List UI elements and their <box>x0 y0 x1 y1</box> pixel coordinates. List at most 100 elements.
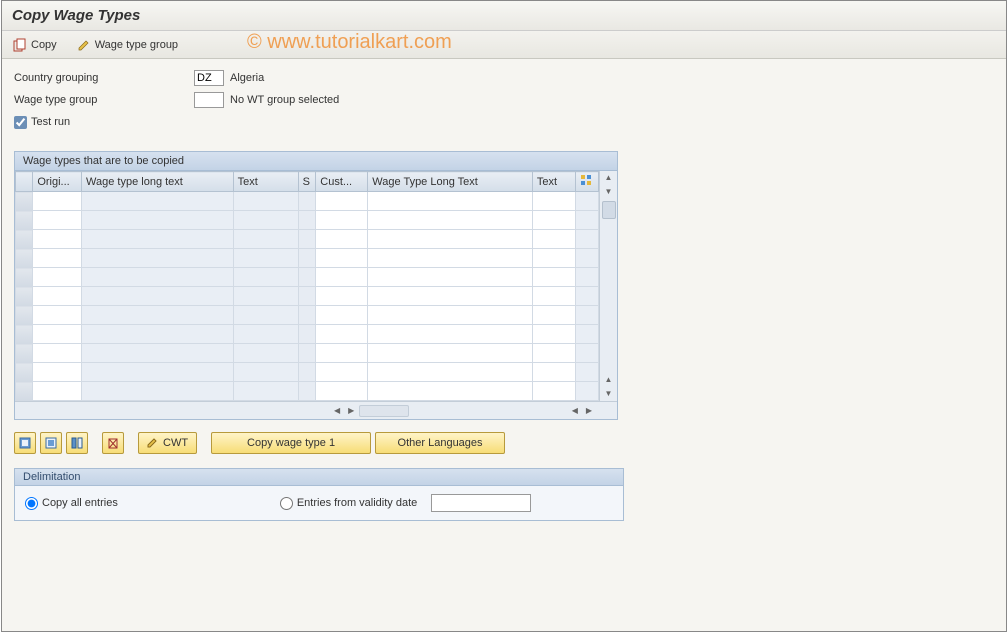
cell-s[interactable] <box>298 268 316 287</box>
cell-wagelong1[interactable] <box>82 249 234 268</box>
cell-cust[interactable] <box>316 325 368 344</box>
row-selector[interactable] <box>16 363 33 382</box>
scroll-up-icon[interactable]: ▲ <box>605 171 613 185</box>
cell-wagelong2[interactable] <box>368 344 533 363</box>
cell-wagelong2[interactable] <box>368 268 533 287</box>
cell-cust[interactable] <box>316 287 368 306</box>
cell-wagelong2[interactable] <box>368 249 533 268</box>
row-selector[interactable] <box>16 344 33 363</box>
cell-wagelong1[interactable] <box>82 192 234 211</box>
col-rowheader[interactable] <box>16 172 33 192</box>
cell-s[interactable] <box>298 249 316 268</box>
col-wagelong2[interactable]: Wage Type Long Text <box>368 172 533 192</box>
cell-s[interactable] <box>298 211 316 230</box>
cell-origi[interactable] <box>33 211 82 230</box>
scroll-down-icon[interactable]: ▼ <box>605 387 613 401</box>
cell-cust[interactable] <box>316 306 368 325</box>
cell-wagelong1[interactable] <box>82 363 234 382</box>
cell-wagelong2[interactable] <box>368 211 533 230</box>
select-all-button[interactable] <box>14 432 36 454</box>
layout-button[interactable] <box>66 432 88 454</box>
test-run-checkbox[interactable] <box>14 116 27 129</box>
cell-wagelong2[interactable] <box>368 382 533 401</box>
cell-text1[interactable] <box>233 325 298 344</box>
cell-cust[interactable] <box>316 268 368 287</box>
col-origi[interactable]: Origi... <box>33 172 82 192</box>
scroll-thumb[interactable] <box>602 201 616 219</box>
cell-s[interactable] <box>298 382 316 401</box>
cell-text2[interactable] <box>532 363 575 382</box>
cell-cust[interactable] <box>316 211 368 230</box>
cell-wagelong2[interactable] <box>368 363 533 382</box>
cell-origi[interactable] <box>33 249 82 268</box>
cell-wagelong2[interactable] <box>368 306 533 325</box>
cell-text1[interactable] <box>233 192 298 211</box>
cell-cust[interactable] <box>316 363 368 382</box>
deselect-all-button[interactable] <box>40 432 62 454</box>
wage-type-group-button[interactable]: Wage type group <box>74 36 181 54</box>
cell-text1[interactable] <box>233 306 298 325</box>
cell-text1[interactable] <box>233 230 298 249</box>
col-text2[interactable]: Text <box>532 172 575 192</box>
cell-text1[interactable] <box>233 287 298 306</box>
cell-text2[interactable] <box>532 192 575 211</box>
cell-wagelong1[interactable] <box>82 268 234 287</box>
cell-wagelong2[interactable] <box>368 325 533 344</box>
col-text1[interactable]: Text <box>233 172 298 192</box>
country-grouping-input[interactable] <box>194 70 224 86</box>
cell-text2[interactable] <box>532 249 575 268</box>
cell-origi[interactable] <box>33 192 82 211</box>
cell-wagelong1[interactable] <box>82 211 234 230</box>
row-selector[interactable] <box>16 306 33 325</box>
hscroll-right-icon[interactable]: ▶ <box>345 406 357 415</box>
row-selector[interactable] <box>16 249 33 268</box>
cell-wagelong1[interactable] <box>82 344 234 363</box>
hscroll-left-icon[interactable]: ◀ <box>331 406 343 415</box>
row-selector[interactable] <box>16 287 33 306</box>
cell-text2[interactable] <box>532 344 575 363</box>
cell-text2[interactable] <box>532 382 575 401</box>
cell-wagelong1[interactable] <box>82 382 234 401</box>
col-wagelong1[interactable]: Wage type long text <box>82 172 234 192</box>
cell-cust[interactable] <box>316 344 368 363</box>
cell-wagelong1[interactable] <box>82 287 234 306</box>
scroll-down-small-icon[interactable]: ▼ <box>605 185 613 199</box>
cell-s[interactable] <box>298 230 316 249</box>
entries-from-date-radio[interactable]: Entries from validity date <box>280 497 417 510</box>
cell-s[interactable] <box>298 192 316 211</box>
row-selector[interactable] <box>16 325 33 344</box>
copy-all-entries-radio-input[interactable] <box>25 497 38 510</box>
cell-text2[interactable] <box>532 306 575 325</box>
row-selector[interactable] <box>16 382 33 401</box>
cell-origi[interactable] <box>33 268 82 287</box>
copy-all-entries-radio[interactable]: Copy all entries <box>25 497 118 510</box>
cell-text2[interactable] <box>532 268 575 287</box>
cell-wagelong1[interactable] <box>82 230 234 249</box>
delete-button[interactable] <box>102 432 124 454</box>
cell-origi[interactable] <box>33 344 82 363</box>
hscroll-right2-icon[interactable]: ▶ <box>583 406 595 415</box>
cell-s[interactable] <box>298 325 316 344</box>
cell-origi[interactable] <box>33 363 82 382</box>
hscroll-left2-icon[interactable]: ◀ <box>569 406 581 415</box>
cell-s[interactable] <box>298 287 316 306</box>
cell-text2[interactable] <box>532 211 575 230</box>
copy-wage-type-1-button[interactable]: Copy wage type 1 <box>211 432 371 454</box>
validity-date-input[interactable] <box>431 494 531 512</box>
cell-origi[interactable] <box>33 382 82 401</box>
entries-from-date-radio-input[interactable] <box>280 497 293 510</box>
cell-s[interactable] <box>298 344 316 363</box>
hscroll-track[interactable] <box>359 405 409 417</box>
cell-origi[interactable] <box>33 306 82 325</box>
cell-s[interactable] <box>298 363 316 382</box>
other-languages-button[interactable]: Other Languages <box>375 432 505 454</box>
cell-text1[interactable] <box>233 344 298 363</box>
cell-text1[interactable] <box>233 382 298 401</box>
col-cust[interactable]: Cust... <box>316 172 368 192</box>
cell-text1[interactable] <box>233 268 298 287</box>
col-s[interactable]: S <box>298 172 316 192</box>
cell-text1[interactable] <box>233 363 298 382</box>
cell-origi[interactable] <box>33 287 82 306</box>
row-selector[interactable] <box>16 268 33 287</box>
cell-wagelong1[interactable] <box>82 325 234 344</box>
